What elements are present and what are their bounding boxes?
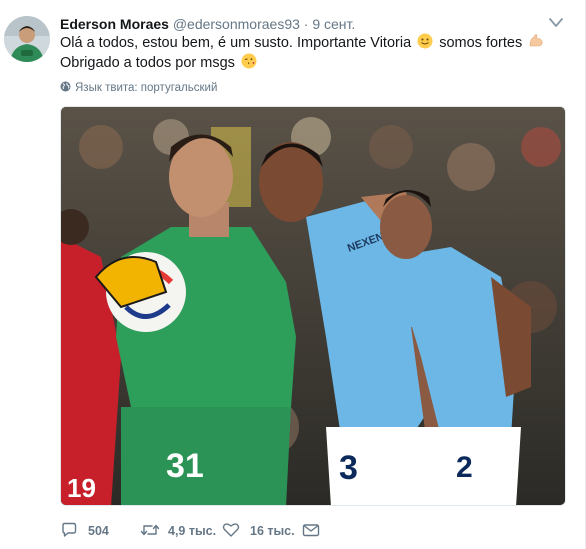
face-blowing-kiss-icon bbox=[241, 53, 257, 69]
avatar[interactable] bbox=[4, 16, 50, 62]
direct-message-button[interactable] bbox=[302, 520, 326, 540]
shirt-number-31: 31 bbox=[166, 447, 204, 485]
like-button[interactable]: 16 тыс. bbox=[222, 520, 302, 540]
reply-icon bbox=[62, 522, 77, 537]
like-count: 16 тыс. bbox=[250, 524, 295, 538]
retweet-icon bbox=[140, 524, 160, 536]
slightly-smiling-face-icon bbox=[417, 33, 433, 49]
retweet-count: 4,9 тыс. bbox=[168, 524, 217, 538]
language-label: Язык твита: португальский bbox=[75, 82, 218, 94]
shirt-number-19: 19 bbox=[67, 473, 96, 503]
reply-count: 504 bbox=[88, 524, 109, 538]
tweet-header: Ederson Moraes @edersonmoraes93 · 9 сент… bbox=[60, 15, 355, 33]
retweet-button[interactable]: 4,9 тыс. bbox=[140, 520, 220, 540]
author-handle[interactable]: @edersonmoraes93 bbox=[173, 16, 300, 32]
tweet-text-line1-end: somos fortes bbox=[439, 35, 523, 51]
chevron-down-icon[interactable] bbox=[547, 16, 565, 30]
separator-dot: · bbox=[303, 16, 309, 32]
like-icon bbox=[222, 523, 240, 537]
shirt-number-3: 3 bbox=[339, 449, 358, 487]
tweet-language[interactable]: Язык твита: португальский bbox=[60, 80, 217, 96]
tweet-photo[interactable]: 19 31 NEXEN TIRE 3 2 bbox=[60, 106, 566, 506]
tweet-timestamp[interactable]: 9 сент. bbox=[312, 16, 355, 32]
shirt-number-2: 2 bbox=[456, 451, 473, 484]
tweet-text: Olá a todos, estou bem, é um susto. Impo… bbox=[60, 33, 560, 73]
globe-icon bbox=[60, 81, 71, 92]
tweet-text-line2: Obrigado a todos por msgs bbox=[60, 55, 235, 71]
tweet-card[interactable]: Ederson Moraes @edersonmoraes93 · 9 сент… bbox=[0, 0, 586, 549]
reply-button[interactable]: 504 bbox=[60, 520, 130, 540]
author-name[interactable]: Ederson Moraes bbox=[60, 16, 169, 32]
direct-message-icon bbox=[302, 524, 320, 537]
flexed-biceps-icon bbox=[528, 33, 544, 49]
tweet-text-line1: Olá a todos, estou bem, é um susto. Impo… bbox=[60, 35, 412, 51]
